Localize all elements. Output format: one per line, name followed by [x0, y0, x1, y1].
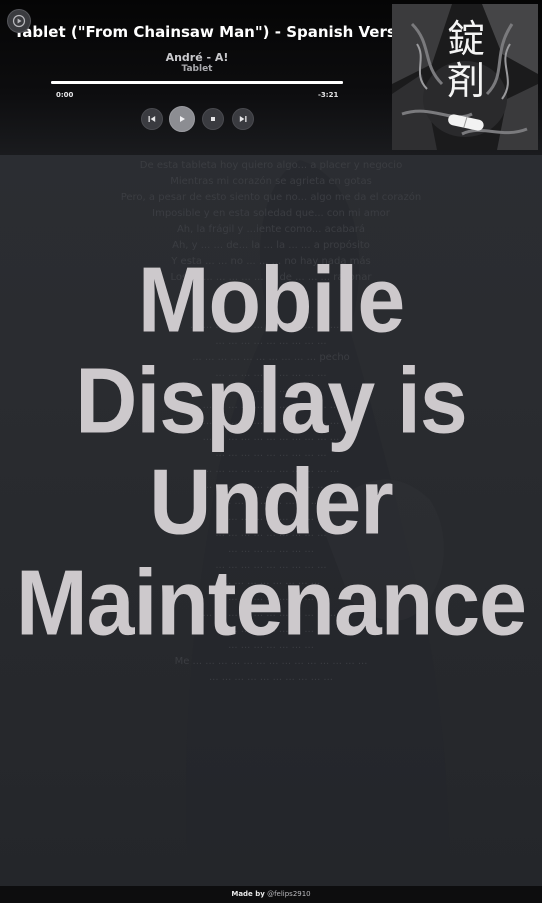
- lyric-line: Imposible y en esta soledad que... con m…: [152, 208, 390, 219]
- progress-fill: [51, 81, 343, 84]
- album-cover: 錠剤: [392, 4, 538, 150]
- skip-next-icon: [239, 116, 247, 122]
- maintenance-line: Under: [149, 450, 393, 554]
- lyric-line: Pero, a pesar de esto siento que no... a…: [120, 192, 422, 203]
- remaining-time: -3:21: [318, 91, 339, 99]
- lyric-line: Mientras mi corazón se agrieta en gotas: [170, 176, 372, 187]
- next-button[interactable]: [232, 108, 254, 130]
- song-title: Tablet ("From Chainsaw Man") - Spanish V…: [14, 23, 422, 41]
- play-circle-icon: [12, 14, 26, 28]
- maintenance-line: Display is: [75, 349, 468, 453]
- progress-bar[interactable]: [51, 81, 343, 84]
- stop-icon: [211, 117, 215, 121]
- maintenance-line: Maintenance: [16, 551, 527, 655]
- skip-previous-icon: [148, 116, 156, 122]
- previous-button[interactable]: [141, 108, 163, 130]
- play-button[interactable]: [169, 106, 195, 132]
- lyric-line: Ah, la frágil y ...iente como... acabará: [176, 224, 366, 235]
- stop-button[interactable]: [202, 108, 224, 130]
- lyric-line: De esta tableta hoy quiero algo... a pla…: [139, 160, 403, 171]
- current-time: 0:00: [56, 91, 74, 99]
- cover-kanji: 錠剤: [446, 17, 485, 103]
- app-root: De esta tableta hoy quiero algo... a pla…: [0, 0, 542, 903]
- maintenance-overlay: Mobile Display is Under Maintenance: [0, 248, 542, 655]
- maintenance-line: Mobile: [137, 248, 405, 352]
- artist-name: André - A!: [165, 51, 229, 64]
- play-icon: [180, 116, 185, 122]
- corner-play-button[interactable]: [7, 9, 31, 33]
- footer: Made by @felips2910: [0, 886, 542, 903]
- made-by-label: Made by: [231, 890, 265, 898]
- album-name: Tablet: [181, 64, 213, 74]
- author-handle[interactable]: @felips2910: [267, 890, 311, 898]
- lyric-line: ... ... ... ... ... ... ... ... ... ...: [209, 672, 333, 683]
- playback-controls: [141, 106, 255, 132]
